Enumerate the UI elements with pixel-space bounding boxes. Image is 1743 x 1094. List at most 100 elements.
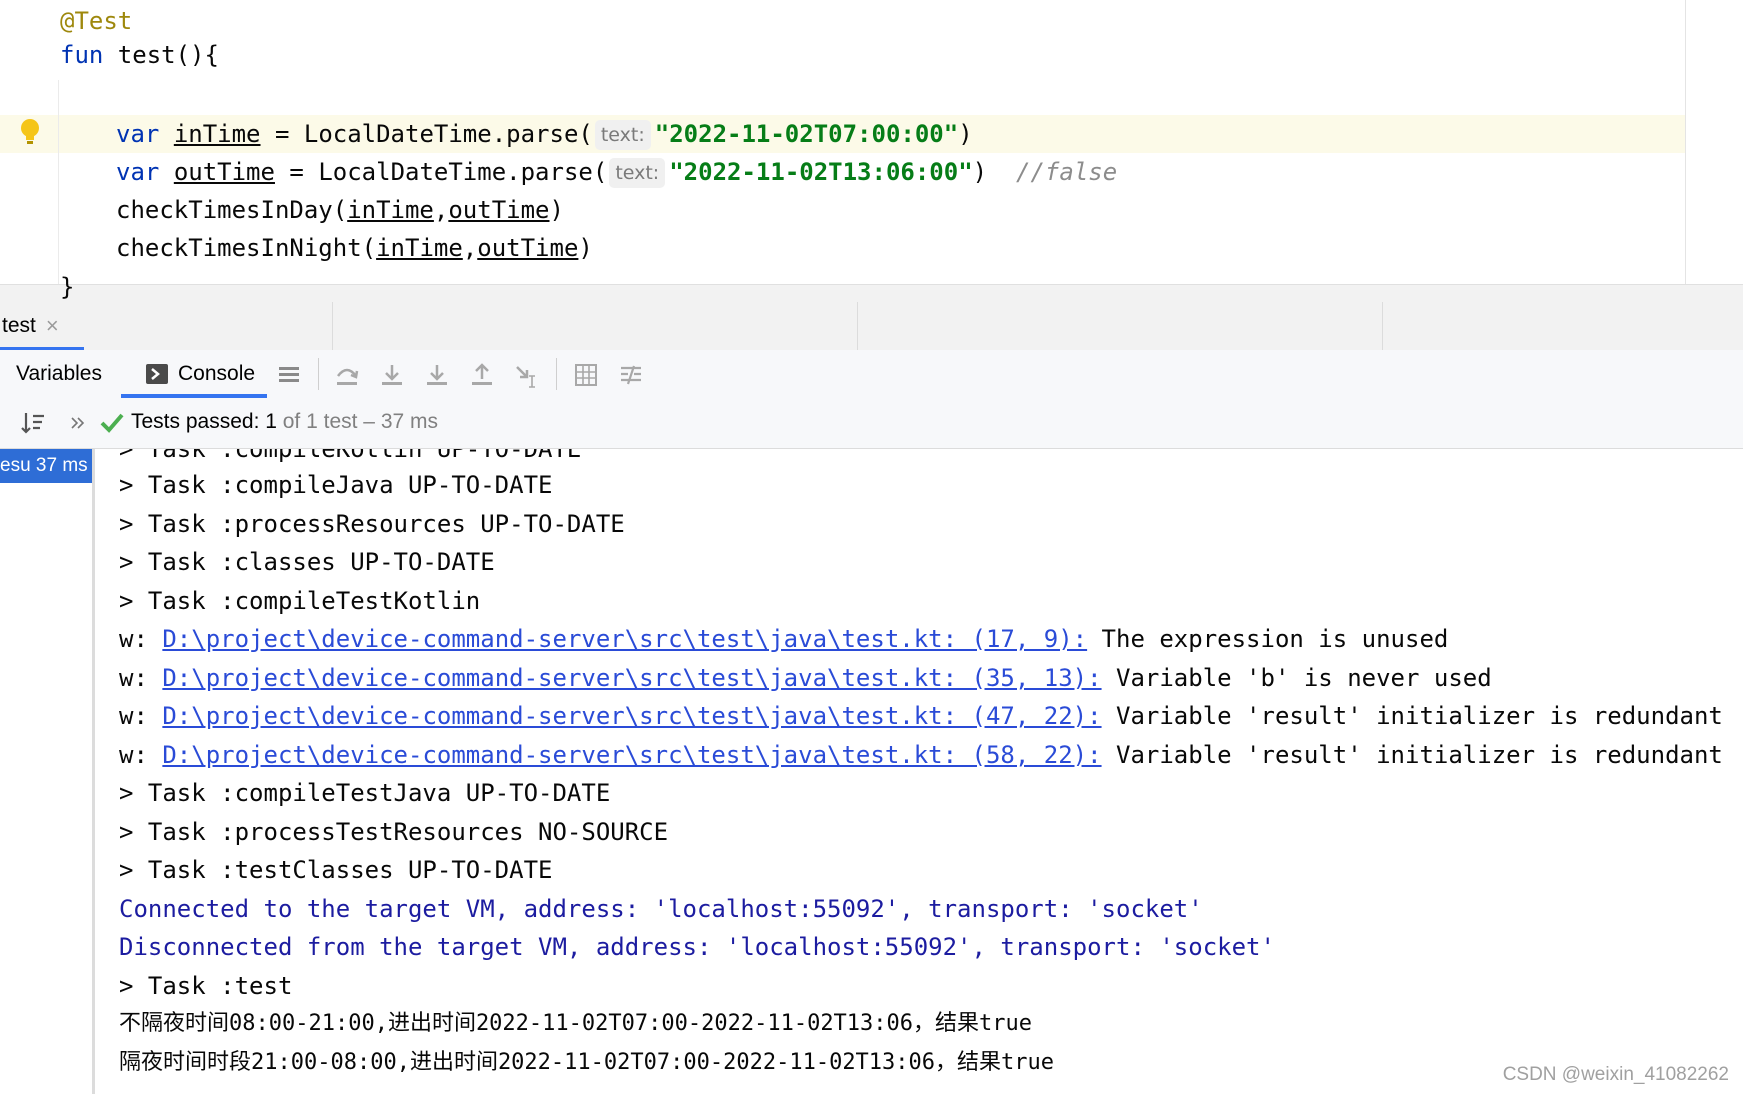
tests-passed-label: Tests passed: 1	[131, 410, 277, 433]
code-line-outtime: var outTime = LocalDateTime.parse(text: "…	[116, 153, 1117, 191]
code-text: )	[549, 196, 564, 224]
force-step-into-icon[interactable]	[424, 362, 450, 388]
test-tree-item[interactable]: esu 37 ms	[0, 449, 92, 483]
tab-variables-label: Variables	[16, 362, 102, 385]
toolbar-separator	[556, 358, 557, 390]
code-line-fun: fun test(){	[60, 36, 219, 74]
code-line-intime: var inTime = LocalDateTime.parse(text: "2…	[116, 115, 973, 153]
code-text: )	[958, 120, 973, 148]
warning-message: Variable 'result' initializer is redunda…	[1101, 702, 1723, 730]
file-link[interactable]: D:\project\device-command-server\src\tes…	[162, 664, 1101, 692]
keyword: var	[116, 158, 160, 186]
close-icon[interactable]: ×	[46, 313, 59, 339]
divider	[332, 302, 333, 350]
code-line-close: }	[60, 268, 74, 302]
editor-horizontal-scrollbar[interactable]	[0, 284, 1743, 302]
tab-variables[interactable]: Variables	[16, 350, 102, 398]
divider	[857, 302, 858, 350]
file-link[interactable]: D:\project\device-command-server\src\tes…	[162, 741, 1101, 769]
code-text: }	[60, 273, 75, 301]
warning-line: w: D:\project\device-command-server\src\…	[119, 698, 1723, 734]
toolbar-separator	[318, 358, 319, 390]
code-editor[interactable]: @Test fun test(){ var inTime = LocalDate…	[0, 0, 1743, 302]
variable-name: inTime	[347, 196, 434, 224]
variable-name: outTime	[448, 196, 550, 224]
code-text: checkTimesInDay(	[116, 196, 348, 224]
variable-name: outTime	[173, 158, 275, 186]
string-literal: "2022-11-02T13:06:00"	[669, 158, 973, 186]
code-text: test(){	[103, 41, 219, 69]
variable-name: inTime	[376, 234, 463, 262]
file-link[interactable]: D:\project\device-command-server\src\tes…	[162, 702, 1101, 730]
run-tab-test[interactable]: test ×	[0, 302, 63, 350]
run-tab-bar: test ×	[0, 302, 1743, 351]
console-line: > Task :processTestResources NO-SOURCE	[119, 818, 669, 846]
evaluate-icon[interactable]	[573, 362, 599, 388]
parameter-hint: text:	[594, 120, 651, 150]
code-text: ,	[433, 196, 449, 224]
console-output[interactable]: > Task :compileKotlin UP-TO-DATE > Task …	[95, 449, 1743, 1094]
parameter-hint: text:	[609, 158, 666, 188]
annotation: @Test	[60, 7, 133, 35]
warning-message: Variable 'b' is never used	[1101, 664, 1492, 692]
code-line-annotation: @Test	[60, 2, 132, 40]
code-text: ,	[462, 234, 478, 262]
code-text: = LocalDateTime.parse(	[274, 158, 608, 186]
code-text: )	[972, 158, 1017, 186]
tests-detail-label: of 1 test – 37 ms	[276, 410, 439, 433]
run-to-cursor-icon[interactable]	[514, 362, 540, 388]
list-icon[interactable]	[276, 362, 302, 388]
file-link[interactable]: D:\project\device-command-server\src\tes…	[162, 625, 1087, 653]
variable-name: outTime	[477, 234, 579, 262]
watermark: CSDN @weixin_41082262	[1502, 1064, 1729, 1085]
code-line-check-night: checkTimesInNight(inTime,outTime)	[116, 229, 593, 267]
code-text: checkTimesInNight(	[116, 234, 377, 262]
warning-message: Variable 'result' initializer is redunda…	[1101, 741, 1723, 769]
console-line: > Task :compileTestKotlin	[119, 587, 481, 615]
check-icon	[100, 413, 124, 433]
vm-connected-line: Connected to the target VM, address: 'lo…	[119, 895, 1203, 923]
warning-line: w: D:\project\device-command-server\src\…	[119, 621, 1448, 657]
variable-name: inTime	[173, 120, 261, 148]
indent-guide	[58, 80, 59, 295]
console-line: > Task :processResources UP-TO-DATE	[119, 510, 625, 538]
trace-icon[interactable]	[618, 362, 644, 388]
code-line-check-day: checkTimesInDay(inTime,outTime)	[116, 191, 564, 229]
console-line: > Task :testClasses UP-TO-DATE	[119, 856, 553, 884]
warning-message: The expression is unused	[1087, 625, 1449, 653]
result-line: 不隔夜时间08:00-21:00,进出时间2022-11-02T07:00-20…	[119, 1011, 1033, 1036]
tab-console-label: Console	[178, 362, 256, 385]
debug-toolbar: Variables Console	[0, 350, 1743, 399]
divider	[1382, 302, 1383, 350]
lightbulb-icon[interactable]	[20, 118, 40, 146]
expand-icon[interactable]	[70, 415, 86, 431]
run-tab-label: test	[2, 314, 36, 337]
console-line: > Task :compileJava UP-TO-DATE	[119, 471, 553, 499]
sort-icon[interactable]	[20, 410, 46, 436]
code-text: )	[578, 234, 593, 262]
console-line: > Task :compileKotlin UP-TO-DATE	[119, 449, 582, 463]
warning-prefix: w:	[119, 741, 163, 769]
keyword: var	[116, 120, 160, 148]
warning-prefix: w:	[119, 702, 163, 730]
console-line: > Task :compileTestJava UP-TO-DATE	[119, 779, 611, 807]
test-tree: esu 37 ms	[0, 449, 95, 1094]
step-into-icon[interactable]	[379, 362, 405, 388]
step-over-icon[interactable]	[334, 362, 360, 388]
console-line: > Task :test	[119, 972, 293, 1000]
vm-disconnected-line: Disconnected from the target VM, address…	[119, 933, 1275, 961]
console-icon	[146, 364, 168, 384]
warning-prefix: w:	[119, 664, 163, 692]
right-margin-guide	[1685, 0, 1686, 302]
test-summary: Tests passed: 1 of 1 test – 37 ms	[131, 410, 438, 434]
comment: //false	[1016, 158, 1118, 186]
console-line: > Task :classes UP-TO-DATE	[119, 548, 495, 576]
string-literal: "2022-11-02T07:00:00"	[654, 120, 959, 148]
warning-line: w: D:\project\device-command-server\src\…	[119, 660, 1492, 696]
warning-line: w: D:\project\device-command-server\src\…	[119, 737, 1723, 773]
test-status-bar: Tests passed: 1 of 1 test – 37 ms	[0, 398, 1743, 449]
keyword: fun	[60, 41, 104, 69]
code-text: = LocalDateTime.parse(	[260, 120, 593, 148]
step-out-icon[interactable]	[469, 362, 495, 388]
tab-console[interactable]: Console	[146, 350, 255, 398]
